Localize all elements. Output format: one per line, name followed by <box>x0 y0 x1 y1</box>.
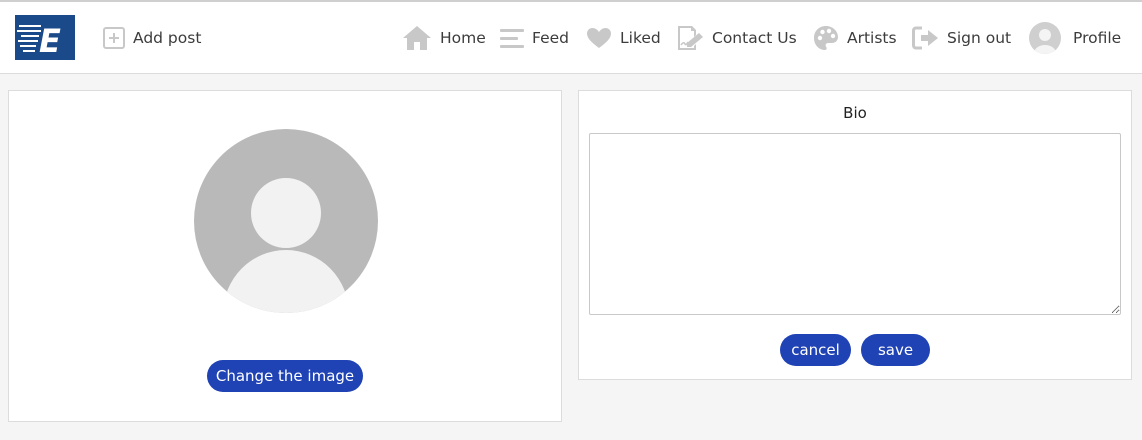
nav-liked-label: Liked <box>620 29 661 47</box>
nav-sign-out-label: Sign out <box>947 29 1012 47</box>
bio-textarea[interactable] <box>589 133 1121 315</box>
nav-feed-label: Feed <box>532 29 569 47</box>
profile-image-card: Change the image <box>8 90 562 422</box>
cancel-button[interactable]: cancel <box>780 334 851 366</box>
nav-liked[interactable]: Liked <box>586 2 661 74</box>
nav-profile[interactable]: Profile <box>1029 2 1121 74</box>
nav-artists[interactable]: Artists <box>813 2 897 74</box>
palette-icon <box>813 25 839 51</box>
heart-icon <box>586 27 612 49</box>
nav-home[interactable]: Home <box>402 2 486 74</box>
home-icon <box>402 25 432 51</box>
profile-avatar <box>194 129 378 313</box>
navbar: E Add post Home Feed Liked Contact Us Ar… <box>0 2 1142 74</box>
bio-title: Bio <box>843 104 867 122</box>
logo[interactable]: E <box>15 15 75 60</box>
sign-out-icon <box>912 26 939 50</box>
nav-profile-label: Profile <box>1073 29 1122 47</box>
nav-home-label: Home <box>440 29 486 47</box>
logo-icon: E <box>15 15 75 60</box>
avatar-icon <box>1029 22 1061 54</box>
default-avatar-icon <box>194 129 378 313</box>
nav-artists-label: Artists <box>847 29 897 47</box>
logo-letter: E <box>39 22 61 60</box>
feed-icon <box>500 27 524 49</box>
nav-add-post[interactable]: Add post <box>103 2 201 74</box>
save-button[interactable]: save <box>861 334 930 366</box>
bio-card: Bio cancel save <box>578 90 1132 380</box>
nav-sign-out[interactable]: Sign out <box>912 2 1011 74</box>
nav-contact-us-label: Contact Us <box>712 29 797 47</box>
nav-contact-us[interactable]: Contact Us <box>676 2 797 74</box>
edit-icon <box>676 25 704 51</box>
change-image-button[interactable]: Change the image <box>207 360 363 392</box>
nav-add-post-label: Add post <box>133 29 202 47</box>
nav-feed[interactable]: Feed <box>500 2 569 74</box>
plus-square-icon <box>103 27 125 49</box>
